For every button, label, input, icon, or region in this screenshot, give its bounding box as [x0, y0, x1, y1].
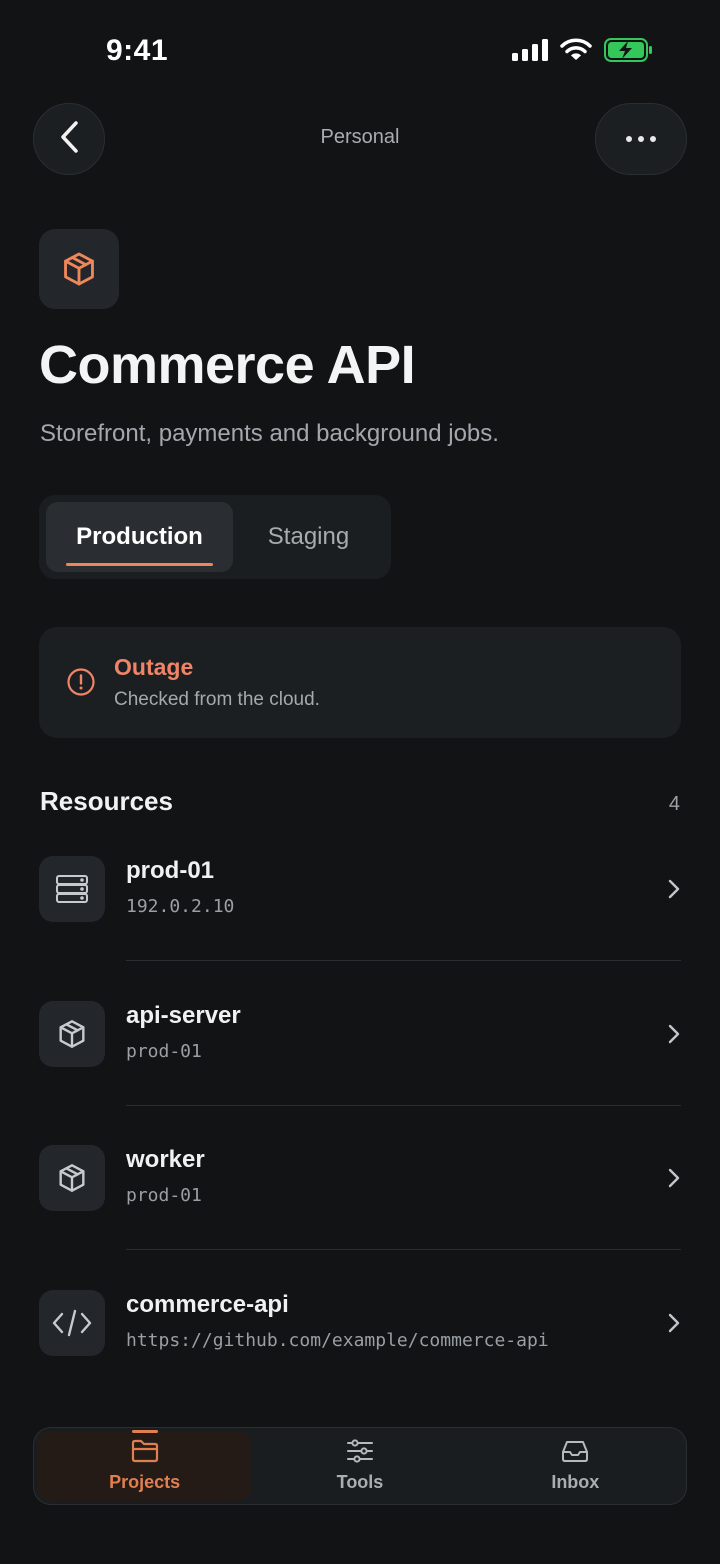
resource-name: worker — [126, 1146, 205, 1173]
chevron-right-icon — [667, 878, 681, 905]
tab-projects-label: Projects — [109, 1472, 181, 1492]
tab-inbox[interactable]: Inbox — [468, 1431, 683, 1501]
wifi-icon — [560, 38, 592, 67]
chevron-right-icon — [667, 1023, 681, 1050]
alert-title: Outage — [114, 654, 194, 680]
resource-subtitle: 192.0.2.10 — [126, 896, 235, 917]
list-item-resource[interactable]: prod-01 192.0.2.10 — [39, 856, 681, 1000]
package-icon — [39, 1145, 105, 1211]
more-icon-dot — [650, 136, 656, 142]
cellular-signal-icon — [512, 39, 548, 66]
more-icon-dot — [638, 136, 644, 142]
bottom-tab-bar: Projects Tools Inbox — [33, 1427, 687, 1505]
status-alert-card[interactable]: Outage Checked from the cloud. — [39, 627, 681, 738]
status-icons — [512, 38, 654, 67]
package-icon — [39, 229, 119, 309]
inbox-icon — [561, 1439, 589, 1468]
more-options-button[interactable] — [595, 103, 687, 175]
resources-count: 4 — [668, 793, 680, 815]
resource-name: commerce-api — [126, 1291, 289, 1318]
tab-projects[interactable]: Projects — [37, 1431, 253, 1501]
package-icon — [39, 1001, 105, 1067]
tab-staging[interactable]: Staging — [233, 502, 384, 572]
resource-subtitle: prod-01 — [126, 1185, 202, 1206]
server-icon — [39, 856, 105, 922]
status-time: 9:41 — [106, 34, 169, 67]
list-item-resource[interactable]: commerce-api https://github.com/example/… — [39, 1290, 681, 1434]
status-bar: 9:41 — [0, 0, 720, 100]
battery-charging-icon — [604, 38, 654, 67]
page-title: Commerce API — [39, 335, 416, 395]
tab-tools[interactable]: Tools — [252, 1431, 467, 1501]
alert-circle-icon — [66, 667, 96, 702]
resource-subtitle: https://github.com/example/commerce-api — [126, 1330, 549, 1351]
project-description: Storefront, payments and background jobs… — [40, 420, 499, 447]
more-icon — [626, 136, 632, 142]
sliders-icon — [346, 1439, 374, 1468]
divider — [126, 1249, 681, 1250]
tab-production[interactable]: Production — [46, 502, 233, 572]
tab-inbox-label: Inbox — [551, 1472, 600, 1492]
chevron-right-icon — [667, 1312, 681, 1339]
resource-subtitle: prod-01 — [126, 1041, 202, 1062]
list-item-resource[interactable]: api-server prod-01 — [39, 1001, 681, 1145]
divider — [126, 960, 681, 961]
resource-name: api-server — [126, 1002, 241, 1029]
resource-name: prod-01 — [126, 857, 215, 884]
tab-tools-label: Tools — [336, 1472, 384, 1492]
environment-switcher: Production Staging — [39, 495, 391, 579]
list-item-resource[interactable]: worker prod-01 — [39, 1145, 681, 1289]
divider — [126, 1105, 681, 1106]
folder-icon — [131, 1439, 159, 1468]
chevron-right-icon — [667, 1167, 681, 1194]
alert-subtitle: Checked from the cloud. — [114, 689, 320, 710]
resources-heading: Resources — [40, 786, 173, 816]
code-icon — [39, 1290, 105, 1356]
